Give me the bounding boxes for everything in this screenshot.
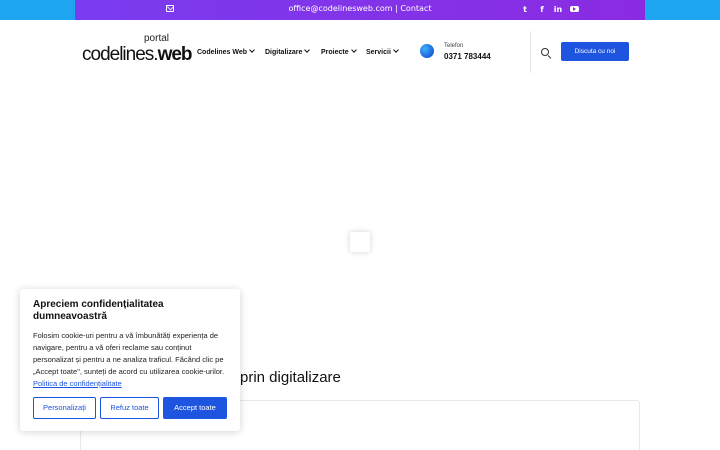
search-icon[interactable] <box>541 48 549 56</box>
accept-all-button[interactable]: Accept toate <box>163 397 227 419</box>
logo[interactable]: codelines.web <box>82 44 193 66</box>
youtube-icon[interactable] <box>568 4 580 16</box>
page-loader <box>350 232 370 252</box>
customize-button[interactable]: Personalizați <box>33 397 96 419</box>
nav-item-digitalizare[interactable]: Digitalizare <box>265 47 311 56</box>
cookie-title: Apreciem confidențialitatea dumneavoastr… <box>33 299 164 322</box>
linkedin-icon[interactable]: in <box>552 4 564 16</box>
twitter-icon[interactable]: t <box>519 4 531 16</box>
chevron-down-icon <box>304 47 311 53</box>
chevron-down-icon <box>393 47 399 53</box>
nav-item-codelines-web[interactable]: Codelines Web <box>197 47 255 56</box>
nav-item-label: Digitalizare <box>265 49 303 56</box>
phone-label: Telefon <box>444 43 464 49</box>
nav-item-label: Codelines Web <box>197 49 248 56</box>
facebook-icon[interactable]: f <box>536 4 548 16</box>
cookie-text: Folosim cookie-uri pentru a vă îmbunătăț… <box>33 331 225 376</box>
site-header: portal codelines.web Codelines Web Digit… <box>0 20 720 80</box>
logo-portal-text: portal <box>144 33 170 44</box>
phone-icon <box>420 44 434 58</box>
phone-number[interactable]: 0371 783444 <box>444 52 491 61</box>
nav-item-servicii[interactable]: Servicii <box>366 47 399 56</box>
chevron-down-icon <box>249 47 255 53</box>
page: office@codelinesweb.com | Contact t f in… <box>0 0 720 450</box>
cookie-description: Folosim cookie-uri pentru a vă îmbunătăț… <box>33 330 233 390</box>
reject-all-button[interactable]: Refuz toate <box>100 397 159 419</box>
nav-item-label: Proiecte <box>321 49 349 56</box>
chevron-down-icon <box>350 47 357 53</box>
top-contact-link[interactable]: office@codelinesweb.com | Contact <box>0 4 720 13</box>
nav-item-label: Servicii <box>366 49 391 56</box>
header-divider <box>530 31 531 73</box>
privacy-policy-link[interactable]: Politica de confidențialitate <box>33 379 122 388</box>
top-bar: office@codelinesweb.com | Contact t f in <box>0 0 720 20</box>
nav-item-proiecte[interactable]: Proiecte <box>321 47 357 56</box>
contact-us-button[interactable]: Discuta cu noi <box>561 42 629 61</box>
logo-bold-text: web <box>157 44 193 65</box>
section-heading: prin digitalizare <box>240 369 341 386</box>
cookie-consent-banner: Apreciem confidențialitatea dumneavoastr… <box>20 289 240 431</box>
logo-light-text: codelines. <box>82 44 159 65</box>
